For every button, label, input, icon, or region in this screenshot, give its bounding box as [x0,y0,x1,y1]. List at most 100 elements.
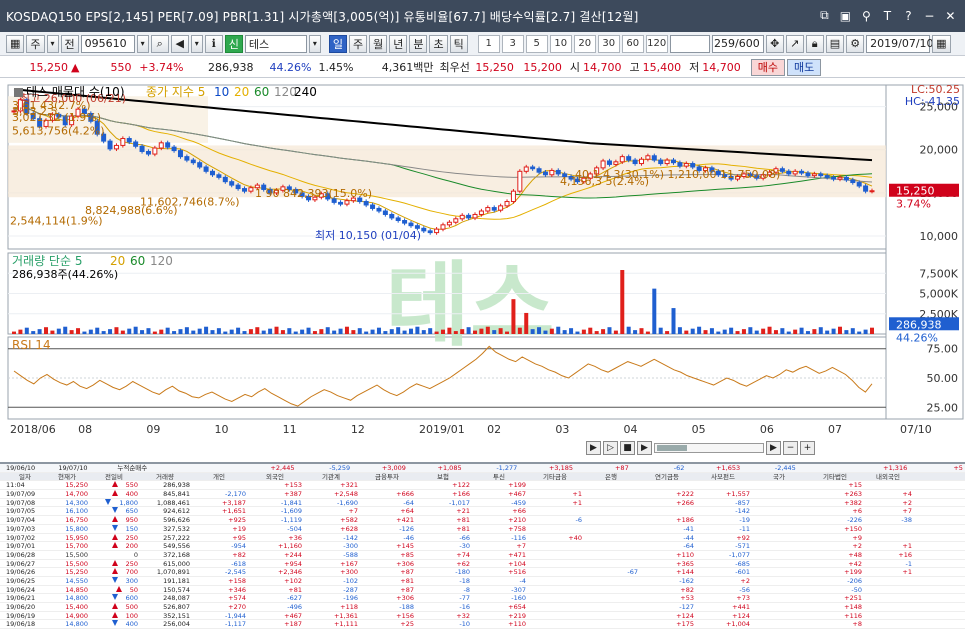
table-row[interactable]: 19/07/03 15,800 150 327,532 +19 -504 +628 -126 +… [0,524,965,534]
interval-30[interactable]: 30 [597,34,620,53]
chart-scrollbar[interactable] [654,443,764,453]
crosshair-icon[interactable]: ✥ [765,34,784,53]
dropdown-icon[interactable]: ▾ [46,34,59,53]
volume-profile-label: 5,613,756(4.2%) [12,125,105,138]
table-row[interactable]: 19/06/19 14,900 100 352,151 -1,944 +467 +1,361… [0,611,965,621]
scroll-left-icon[interactable]: ▶ [586,441,601,455]
x-axis-label: 06 [760,423,774,436]
buy-button[interactable]: 매수 [750,58,785,76]
sell-button[interactable]: 매도 [786,58,822,76]
type-select[interactable]: 주 [26,34,45,53]
all-button[interactable]: 전 [60,34,79,53]
stock-code-input[interactable]: 095610 [80,34,135,53]
interval-60[interactable]: 60 [621,34,644,53]
row-investor-value [864,525,914,533]
scroll-right-icon[interactable]: ▶ [637,441,652,455]
period-week[interactable]: 주 [348,34,368,53]
table-row[interactable]: 19/07/02 15,950 250 257,222 +95 +36 -142 -46 -66… [0,533,965,543]
search-icon[interactable]: ⌕ [150,34,169,53]
row-price: 16,100 [65,507,88,516]
chart-tool-icon[interactable]: ↗ [785,34,804,53]
volume-bar [793,329,798,334]
interval-10[interactable]: 10 [549,34,572,53]
stop-icon[interactable]: ■ [620,441,635,455]
period-tick[interactable]: 틱 [449,34,468,53]
row-date: 19/06/24 [6,585,36,594]
play-icon[interactable]: ▷ [603,441,618,455]
text-icon[interactable]: T [879,7,896,24]
table-row[interactable]: 11:04 15,250 550 286,938 +153 +321 +122 +199 +15 [0,481,965,491]
calendar-icon[interactable]: ▦ [932,34,951,53]
table-row[interactable]: 19/06/18 14,800 400 256,004 -1,117 +187 +1,111… [0,620,965,630]
period-second[interactable]: 초 [429,34,448,53]
speaker-icon[interactable]: ◀︎ [170,34,189,53]
zoom-out-icon[interactable]: − [783,441,798,455]
candle-body [658,159,664,165]
settings-icon[interactable]: ⚙ [846,34,865,53]
window-icon[interactable]: ▣ [837,7,854,24]
row-investor-value [528,577,584,585]
volume-bar [684,330,689,334]
interval-5[interactable]: 5 [525,34,548,53]
period-month[interactable]: 월 [369,34,388,53]
period-minute[interactable]: 분 [409,34,428,53]
interval-custom-input[interactable] [669,34,710,53]
table-row[interactable]: 19/06/26 15,250 700 1,070,891 -2,545 +2,346 +3… [0,568,965,577]
scroll-thumb[interactable] [657,445,687,451]
up-triangle-icon [111,611,118,618]
volume-bar [485,326,490,334]
grid-icon[interactable]: ▦ [6,34,25,53]
table-row[interactable]: 19/06/25 14,550 300 191,181 +158 +102 -102 +81 -… [0,576,965,586]
interval-120[interactable]: 120 [645,34,668,53]
table-row[interactable]: 19/07/09 14,700 400 845,841 -2,170 +387 +2,548… [0,490,965,499]
stock-name-field[interactable]: 테스 [244,34,307,53]
row-investor-value: -64 [683,542,694,550]
period-year[interactable]: 년 [389,34,408,53]
window-icon[interactable]: ⧉ [816,7,833,24]
candle-body [197,162,203,168]
table-row[interactable]: 19/06/24 14,850 50 150,574 +346 +81 -287 +87 -8 -… [0,585,965,595]
table-row[interactable]: 19/06/20 15,400 500 526,807 +270 -496 +118 -188… [0,603,965,612]
interval-1[interactable]: 1 [477,34,500,53]
interval-3[interactable]: 3 [501,34,524,53]
candle-body [510,190,516,203]
minimize-icon[interactable]: − [921,7,938,24]
dropdown-icon[interactable]: ▾ [190,34,203,53]
row-investor-value: +25 [400,620,414,629]
table-row[interactable]: 19/06/28 15,500 0 372,168 +82 +244 -588 +85 +74 +… [0,551,965,560]
candle-body [869,190,875,193]
row-investor-value [864,577,914,585]
table-row[interactable]: 19/07/08 14,300 1,800 1,088,461 +3,187 -1,841… [0,498,965,508]
volume-bar [101,331,106,334]
help-icon[interactable]: ? [900,7,917,24]
volume-bar [870,327,874,334]
scroll-end-icon[interactable]: ▶ [766,441,781,455]
lock-icon[interactable]: 🔒︎ [805,34,824,53]
info-icon[interactable]: ℹ [204,34,223,53]
dropdown-icon[interactable]: ▾ [308,34,321,53]
save-icon[interactable]: ▤ [825,34,845,53]
period-day[interactable]: 일 [328,34,347,53]
row-change-value: 0 [133,550,138,559]
candle-body [645,155,651,160]
row-investor-value: +7 [348,507,358,516]
candle-body [446,221,452,226]
table-row[interactable]: 19/06/27 15,500 250 615,000 -618 +954 +167 +306… [0,559,965,569]
chart-area[interactable]: 10,00015,00020,00025,000테스3,61 43(2.7%)3… [0,79,965,458]
interval-20[interactable]: 20 [573,34,596,53]
row-investor-value [584,586,640,594]
date-input[interactable]: 2019/07/10 [866,34,934,53]
volume-bar [626,326,631,334]
table-row[interactable]: 19/07/05 16,100 650 924,612 +1,651 -1,609 +7 +6… [0,507,965,517]
dropdown-icon[interactable]: ▾ [136,34,149,53]
down-triangle-icon [111,594,118,601]
zoom-in-icon[interactable]: + [800,441,815,455]
pin-icon[interactable]: ⚲ [858,7,875,24]
chart-canvas[interactable]: 10,00015,00020,00025,000테스3,61 43(2.7%)3… [0,79,965,458]
close-icon[interactable]: ✕ [942,7,959,24]
table-row[interactable]: 19/07/04 16,750 950 596,626 +925 -1,119 +582 +4… [0,516,965,525]
table-row[interactable]: 19/06/21 14,800 600 248,087 +574 -627 -196 +306… [0,594,965,603]
table-row[interactable]: 19/07/01 15,700 200 549,556 -954 +1,160 -300 +1… [0,542,965,551]
count-input[interactable]: 259/600 [711,34,764,53]
row-investor-value [864,612,914,620]
